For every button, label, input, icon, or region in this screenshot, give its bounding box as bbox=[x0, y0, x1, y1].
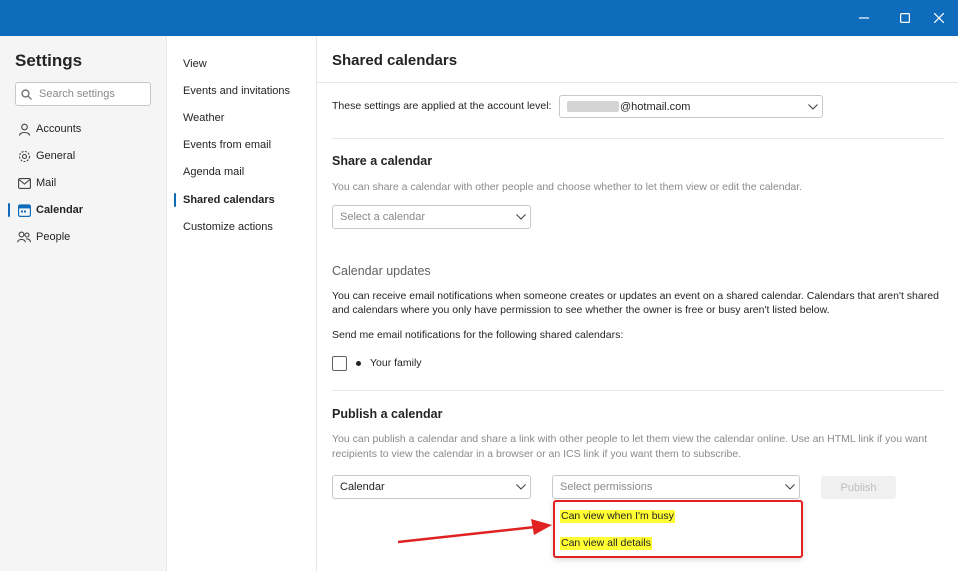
section-divider bbox=[332, 390, 944, 391]
subnav-item-events-from-email[interactable]: Events from email bbox=[183, 135, 271, 155]
settings-sidebar: Settings Search settings Accounts Genera… bbox=[0, 36, 167, 571]
publish-description-2: recipients to view the calendar in a bro… bbox=[332, 448, 742, 460]
select-calendar-dropdown[interactable]: Select a calendar bbox=[332, 205, 531, 229]
your-family-checkbox[interactable] bbox=[332, 356, 347, 371]
chevron-down-icon bbox=[804, 103, 822, 110]
sidebar-item-calendar[interactable]: Calendar bbox=[0, 198, 166, 222]
option-can-view-when-busy[interactable]: Can view when I'm busy bbox=[560, 510, 675, 523]
share-calendar-heading: Share a calendar bbox=[332, 154, 433, 168]
minimize-button[interactable] bbox=[847, 0, 881, 36]
search-box[interactable]: Search settings bbox=[15, 82, 151, 106]
subnav-item-customize-actions[interactable]: Customize actions bbox=[183, 217, 273, 237]
subnav-item-view[interactable]: View bbox=[183, 54, 207, 74]
sidebar-item-label: General bbox=[36, 150, 76, 162]
subnav-item-agenda-mail[interactable]: Agenda mail bbox=[183, 162, 244, 182]
publish-calendar-heading: Publish a calendar bbox=[332, 407, 443, 421]
notifications-prompt: Send me email notifications for the foll… bbox=[332, 329, 624, 341]
chevron-down-icon bbox=[512, 214, 530, 220]
sidebar-item-label: Mail bbox=[36, 177, 57, 189]
active-indicator bbox=[174, 193, 176, 207]
gear-icon bbox=[17, 150, 31, 163]
minimize-icon bbox=[859, 17, 869, 19]
publish-calendar-value: Calendar bbox=[340, 481, 385, 493]
sidebar-item-accounts[interactable]: Accounts bbox=[0, 117, 166, 141]
maximize-icon bbox=[900, 13, 910, 23]
search-icon bbox=[21, 88, 39, 100]
select-calendar-placeholder: Select a calendar bbox=[340, 211, 425, 223]
chevron-down-icon bbox=[512, 484, 530, 490]
header-divider bbox=[317, 82, 958, 83]
calendar-color-dot bbox=[356, 361, 361, 366]
sidebar-item-mail[interactable]: Mail bbox=[0, 171, 166, 195]
publish-calendar-dropdown[interactable]: Calendar bbox=[332, 475, 531, 499]
settings-window: Settings Search settings Accounts Genera… bbox=[0, 36, 958, 571]
maximize-button[interactable] bbox=[888, 0, 922, 36]
sidebar-item-label: People bbox=[36, 231, 71, 243]
title-bar bbox=[0, 0, 958, 36]
calendar-icon bbox=[17, 203, 31, 217]
sidebar-item-people[interactable]: People bbox=[0, 225, 166, 249]
publish-button[interactable]: Publish bbox=[821, 476, 896, 499]
section-divider bbox=[332, 138, 944, 139]
settings-title: Settings bbox=[15, 51, 83, 70]
permissions-placeholder: Select permissions bbox=[560, 481, 653, 493]
calendar-subnav: View Events and invitations Weather Even… bbox=[167, 36, 317, 571]
subnav-item-weather[interactable]: Weather bbox=[183, 108, 224, 128]
account-select-value: @hotmail.com bbox=[620, 100, 691, 113]
account-level-label: These settings are applied at the accoun… bbox=[332, 100, 552, 112]
subnav-item-events-and-invitations[interactable]: Events and invitations bbox=[183, 81, 290, 101]
calendar-updates-description-1: You can receive email notifications when… bbox=[332, 290, 939, 302]
page-title: Shared calendars bbox=[332, 52, 458, 69]
calendar-updates-description-2: and calendars where you only have permis… bbox=[332, 304, 830, 316]
subnav-item-shared-calendars[interactable]: Shared calendars bbox=[183, 190, 275, 210]
close-button[interactable] bbox=[922, 0, 956, 36]
redacted-account-name bbox=[567, 101, 619, 112]
permissions-menu: Can view when I'm busy Can view all deta… bbox=[553, 500, 803, 558]
account-select[interactable]: @hotmail.com bbox=[559, 95, 823, 118]
calendar-updates-heading: Calendar updates bbox=[332, 264, 431, 278]
option-can-view-all-details[interactable]: Can view all details bbox=[560, 537, 652, 550]
chevron-down-icon bbox=[781, 484, 799, 490]
sidebar-item-label: Calendar bbox=[36, 204, 84, 216]
shared-calendars-pane: Shared calendars These settings are appl… bbox=[317, 36, 958, 571]
permissions-dropdown[interactable]: Select permissions bbox=[552, 475, 800, 499]
people-icon bbox=[17, 231, 31, 243]
search-placeholder: Search settings bbox=[39, 88, 115, 100]
sidebar-item-label: Accounts bbox=[36, 123, 82, 135]
close-icon bbox=[934, 13, 944, 23]
person-icon bbox=[17, 123, 31, 136]
share-calendar-description: You can share a calendar with other peop… bbox=[332, 181, 803, 193]
your-family-label: Your family bbox=[370, 357, 422, 369]
active-indicator bbox=[8, 203, 10, 217]
sidebar-item-general[interactable]: General bbox=[0, 144, 166, 168]
publish-description-1: You can publish a calendar and share a l… bbox=[332, 433, 928, 445]
mail-icon bbox=[17, 177, 31, 189]
